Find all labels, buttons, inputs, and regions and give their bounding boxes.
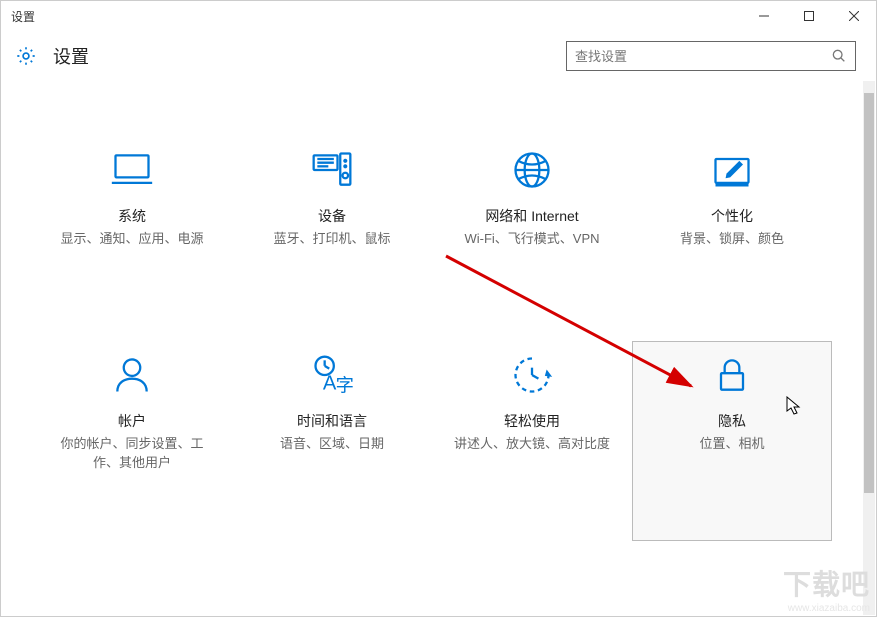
settings-content: 系统 显示、通知、应用、电源 设备 蓝牙、打印机、鼠标	[1, 81, 863, 616]
tile-grid: 系统 显示、通知、应用、电源 设备 蓝牙、打印机、鼠标	[1, 136, 863, 616]
tile-title: 帐户	[118, 411, 146, 431]
search-input[interactable]	[575, 49, 831, 64]
tile-ease-of-access[interactable]: 轻松使用 讲述人、放大镜、高对比度	[432, 341, 632, 541]
display-icon	[110, 148, 154, 192]
tile-subtitle: Wi-Fi、飞行模式、VPN	[458, 230, 605, 249]
time-language-icon: A 字	[310, 353, 354, 397]
person-icon	[110, 353, 154, 397]
personalize-icon	[710, 148, 754, 192]
window-controls	[741, 1, 876, 31]
tile-title: 时间和语言	[297, 411, 367, 431]
vertical-scrollbar[interactable]	[863, 81, 875, 615]
tile-subtitle: 讲述人、放大镜、高对比度	[448, 435, 616, 454]
minimize-button[interactable]	[741, 1, 786, 31]
tile-subtitle: 背景、锁屏、颜色	[674, 230, 790, 249]
tile-title: 网络和 Internet	[485, 206, 578, 226]
tile-subtitle: 显示、通知、应用、电源	[54, 230, 209, 249]
tile-system[interactable]: 系统 显示、通知、应用、电源	[32, 136, 232, 261]
page-title: 设置	[53, 43, 566, 69]
globe-icon	[510, 148, 554, 192]
scrollbar-thumb[interactable]	[864, 93, 874, 493]
tile-accounts[interactable]: 帐户 你的帐户、同步设置、工作、其他用户	[32, 341, 232, 541]
svg-text:字: 字	[336, 374, 354, 395]
tile-title: 轻松使用	[504, 411, 560, 431]
tile-privacy[interactable]: 隐私 位置、相机	[632, 341, 832, 541]
maximize-button[interactable]	[786, 1, 831, 31]
tile-devices[interactable]: 设备 蓝牙、打印机、鼠标	[232, 136, 432, 261]
window-titlebar: 设置	[1, 1, 876, 31]
settings-gear-icon	[15, 45, 37, 67]
header: 设置	[1, 31, 876, 81]
search-box[interactable]	[566, 41, 856, 71]
close-button[interactable]	[831, 1, 876, 31]
ease-icon	[510, 353, 554, 397]
svg-text:A: A	[323, 373, 337, 395]
tile-time-language[interactable]: A 字 时间和语言 语音、区域、日期	[232, 341, 432, 541]
tile-subtitle: 蓝牙、打印机、鼠标	[267, 230, 396, 249]
window-title: 设置	[11, 8, 35, 25]
tile-subtitle: 你的帐户、同步设置、工作、其他用户	[42, 435, 222, 473]
tile-subtitle: 位置、相机	[693, 435, 770, 454]
search-icon	[831, 48, 847, 64]
tile-title: 系统	[118, 206, 146, 226]
tile-title: 设备	[318, 206, 346, 226]
tile-title: 隐私	[718, 411, 746, 431]
lock-icon	[710, 353, 754, 397]
tile-network[interactable]: 网络和 Internet Wi-Fi、飞行模式、VPN	[432, 136, 632, 261]
tile-title: 个性化	[711, 206, 753, 226]
tile-subtitle: 语音、区域、日期	[274, 435, 390, 454]
tile-personalization[interactable]: 个性化 背景、锁屏、颜色	[632, 136, 832, 261]
devices-icon	[310, 148, 354, 192]
